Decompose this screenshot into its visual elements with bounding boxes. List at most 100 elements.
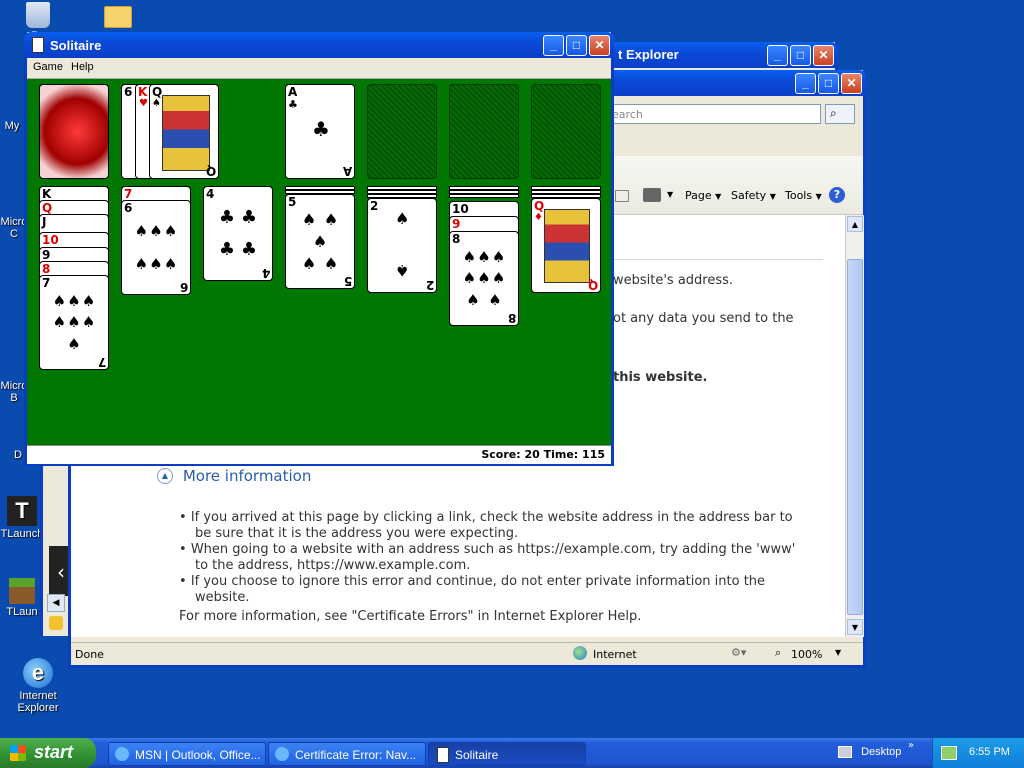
taskbar-button-msn[interactable]: MSN | Outlook, Office... <box>108 742 266 766</box>
ie-status-bar: Done Internet ⚙▾ ⌕ 100% ▼ <box>71 642 863 665</box>
print-icon[interactable] <box>643 188 661 202</box>
card-rank: K <box>138 85 148 99</box>
feeds-icon[interactable] <box>615 190 629 202</box>
taskbar-button-certificate-error[interactable]: Certificate Error: Nav... <box>268 742 426 766</box>
status-zoom[interactable]: 100% <box>791 648 822 661</box>
safety-menu-label: Safety <box>731 189 767 202</box>
taskbar-button-solitaire[interactable]: Solitaire <box>428 742 586 766</box>
foundation-2[interactable] <box>367 84 437 179</box>
spade-icon: ♠ <box>395 209 410 228</box>
card-rank: 10 <box>452 202 469 216</box>
waste-top-card[interactable]: Q ♠ Q <box>149 84 219 179</box>
close-button[interactable]: ✕ <box>813 45 834 66</box>
page-menu-label: Page <box>685 189 712 202</box>
card-rank: 8 <box>42 262 51 276</box>
tools-menu[interactable]: Tools ▼ <box>785 189 822 202</box>
tableau-top-card[interactable]: 8 ♠ ♠ ♠ ♠ ♠ ♠ ♠ ♠ 8 <box>449 231 519 326</box>
queen-face-art <box>544 209 590 283</box>
desktop-icon-label: TLaunch <box>0 528 44 540</box>
help-icon[interactable]: ? <box>829 187 845 203</box>
tableau-top-card[interactable]: 5 ♠ ♠ ♠ ♠ ♠ 5 <box>285 194 355 289</box>
info-bullet: • If you choose to ignore this error and… <box>179 574 766 605</box>
card-rank: 6 <box>124 85 133 99</box>
minimize-button[interactable]: _ <box>767 45 788 66</box>
spade-icon: ♠ <box>395 261 410 280</box>
desktop-icon-internet-explorer[interactable]: e Internet Explorer <box>8 658 68 714</box>
tableau-column-3-top-card[interactable]: 4 ♣ ♣ ♣ ♣ 4 <box>203 186 273 281</box>
scroll-down-arrow-icon[interactable]: ▼ <box>847 619 863 635</box>
folder-icon[interactable] <box>104 6 132 28</box>
card-pips: ♠ ♠ ♠ ♠ ♠ ♠ <box>134 222 178 273</box>
clock[interactable]: 6:55 PM <box>969 746 1010 758</box>
desktop-icon-label: D <box>14 449 22 461</box>
more-info-list: • If you arrived at this page by clickin… <box>179 510 809 606</box>
minimize-button[interactable]: _ <box>543 35 564 56</box>
zoom-icon: ⌕ <box>775 646 782 659</box>
maximize-button[interactable]: □ <box>818 73 839 94</box>
card-rank: Q <box>534 199 545 213</box>
solitaire-app-icon <box>32 37 44 53</box>
menu-help[interactable]: Help <box>71 61 94 73</box>
maximize-button[interactable]: □ <box>790 45 811 66</box>
partial-text-1: website's address. <box>613 273 734 288</box>
score-time-text: Score: 20 Time: 115 <box>481 448 605 461</box>
card-rank: 2 <box>370 199 379 213</box>
start-button[interactable]: start <box>0 738 96 768</box>
chevron-down-icon: ▼ <box>815 192 822 201</box>
maximize-button[interactable]: □ <box>566 35 587 56</box>
info-bullet-text: When going to a website with an address … <box>190 542 796 573</box>
page-menu[interactable]: Page ▼ <box>685 189 721 202</box>
network-tray-icon[interactable] <box>941 746 957 760</box>
scroll-up-arrow-icon[interactable]: ▲ <box>847 216 863 232</box>
card-rank-bottom: 7 <box>97 355 106 369</box>
card-rank: J <box>42 215 47 229</box>
warning-shield-icon <box>49 616 63 630</box>
card-rank-bottom: 6 <box>179 280 188 294</box>
foundation-4[interactable] <box>531 84 601 179</box>
stock-pile[interactable] <box>39 84 109 179</box>
scroll-left-arrow-icon[interactable]: ◀ <box>47 594 65 612</box>
protected-mode-icon[interactable]: ⚙▾ <box>731 646 746 659</box>
card-rank: 8 <box>452 232 461 246</box>
safety-menu[interactable]: Safety ▼ <box>731 189 776 202</box>
partial-text-2: ot any data you send to the <box>613 311 794 326</box>
chevron-left-icon[interactable]: ‹ <box>57 560 65 584</box>
card-rank: 7 <box>124 187 133 201</box>
card-rank-bottom: 5 <box>343 274 352 288</box>
solitaire-titlebar[interactable]: Solitaire _ □ ✕ <box>24 32 614 58</box>
partial-text-3: this website. <box>613 370 708 385</box>
desktop-label: Desktop <box>861 746 902 759</box>
solitaire-menubar: Game Help <box>27 58 611 79</box>
card-rank-bottom: 4 <box>261 266 270 280</box>
info-bullet-text: If you arrived at this page by clicking … <box>190 510 793 541</box>
card-rank-bottom: Q <box>205 164 216 178</box>
card-rank: 6 <box>124 201 133 215</box>
close-button[interactable]: ✕ <box>589 35 610 56</box>
minimize-button[interactable]: _ <box>795 73 816 94</box>
foundation-3[interactable] <box>449 84 519 179</box>
internet-explorer-icon <box>275 747 289 761</box>
print-dropdown-icon[interactable]: ▼ <box>667 190 673 199</box>
scrollbar-thumb[interactable] <box>847 259 863 615</box>
tableau-top-card[interactable]: Q ♦ Q <box>531 198 601 293</box>
tableau-top-card[interactable]: 6 ♠ ♠ ♠ ♠ ♠ ♠ 6 <box>121 200 191 295</box>
tableau-top-card[interactable]: 7 ♠ ♠ ♠ ♠ ♠ ♠ ♠ 7 <box>39 275 109 370</box>
card-rank: K <box>42 187 52 201</box>
search-input[interactable]: earch <box>607 104 821 124</box>
game-felt[interactable]: 6 K ♥ Q ♠ Q A ♣ ♣ A K Q J 10 9 8 7 ♠ ♠ ♠… <box>27 79 611 445</box>
more-info-toggle[interactable]: ▲ More information <box>157 467 311 485</box>
taskbar-button-label: Certificate Error: Nav... <box>295 748 417 762</box>
info-footer-text: For more information, see "Certificate E… <box>179 609 642 624</box>
search-button[interactable]: ⌕ <box>825 104 855 124</box>
taskbar-chevron-icon[interactable]: » <box>908 740 914 751</box>
menu-game[interactable]: Game <box>33 61 63 73</box>
close-button[interactable]: ✕ <box>841 73 862 94</box>
zoom-dropdown-icon[interactable]: ▼ <box>835 648 841 657</box>
card-rank-bottom: A <box>342 164 352 178</box>
desktop-toolbar[interactable]: Desktop <box>838 746 902 759</box>
solitaire-window[interactable]: Solitaire _ □ ✕ Game Help 6 K ♥ Q ♠ Q A … <box>24 32 614 466</box>
vertical-scrollbar[interactable]: ▲ ▼ <box>845 215 864 637</box>
tableau-top-card[interactable]: 2 ♠ ♠ 2 <box>367 198 437 293</box>
card-rank-bottom: 2 <box>425 278 434 292</box>
foundation-1[interactable]: A ♣ ♣ A <box>285 84 355 179</box>
